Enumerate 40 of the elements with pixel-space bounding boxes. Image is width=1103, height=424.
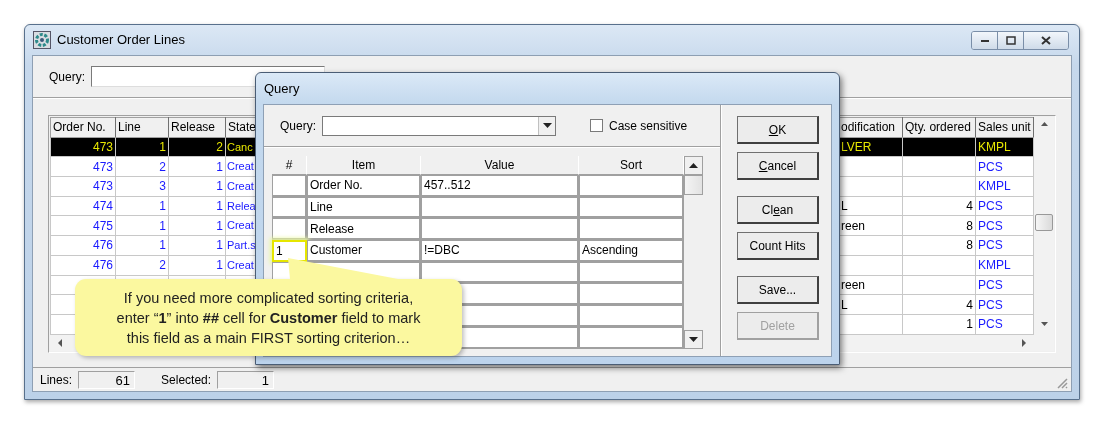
table-cell: 473 bbox=[50, 176, 116, 197]
lines-count: 61 bbox=[78, 370, 136, 389]
status-label: Lines: bbox=[40, 371, 73, 389]
dialog-button[interactable]: Clean bbox=[737, 196, 819, 224]
column-header[interactable]: Value bbox=[421, 156, 579, 175]
column-header[interactable]: odification bbox=[838, 117, 903, 138]
column-header[interactable]: Sort bbox=[579, 156, 684, 175]
column-header[interactable]: Sales unit bbox=[975, 117, 1034, 138]
callout-text: If you need more complicated sorting criteria, enter “1” into ## cell for Customer field to mark this field as a main FIRST sorting criterion… bbox=[116, 288, 421, 348]
dialog-button[interactable]: Cancel bbox=[737, 152, 819, 180]
dialog-title: Query bbox=[264, 79, 300, 98]
table-cell: 474 bbox=[50, 196, 116, 216]
query-label: Query: bbox=[280, 117, 316, 135]
table-cell: 475 bbox=[50, 215, 116, 236]
grid-cell[interactable]: Order No. bbox=[307, 175, 421, 197]
grid-cell[interactable]: !=DBC bbox=[421, 240, 579, 262]
column-header[interactable]: Release bbox=[168, 117, 226, 138]
checkbox-label: Case sensitive bbox=[609, 117, 688, 135]
dialog-button[interactable]: OK bbox=[737, 116, 819, 144]
grid-cell[interactable]: Release bbox=[307, 218, 421, 241]
grid-cell[interactable]: 457..512 bbox=[421, 175, 579, 197]
query-label: Query: bbox=[49, 68, 85, 86]
table-cell: 476 bbox=[50, 235, 116, 256]
column-header[interactable]: Order No. bbox=[50, 117, 116, 138]
dialog-button[interactable]: Count Hits bbox=[737, 232, 819, 260]
table-cell: 473 bbox=[50, 137, 116, 157]
dialog-button[interactable]: Save... bbox=[737, 276, 819, 304]
table-cell: 476 bbox=[50, 255, 116, 275]
column-header[interactable]: # bbox=[272, 156, 307, 175]
grid-cell[interactable]: 1 bbox=[272, 240, 307, 262]
window-title: Customer Order Lines bbox=[57, 31, 185, 50]
status-label: Selected: bbox=[161, 371, 212, 389]
grid-cell[interactable]: Customer bbox=[307, 240, 421, 262]
column-header[interactable]: Item bbox=[307, 156, 421, 175]
table-cell: 473 bbox=[50, 156, 116, 177]
column-header[interactable]: Qty. ordered bbox=[902, 117, 976, 138]
selected-count: 1 bbox=[217, 370, 275, 389]
grid-cell[interactable]: Ascending bbox=[579, 240, 684, 262]
column-header[interactable]: Line bbox=[115, 117, 169, 138]
grid-cell[interactable]: Line bbox=[307, 196, 421, 219]
